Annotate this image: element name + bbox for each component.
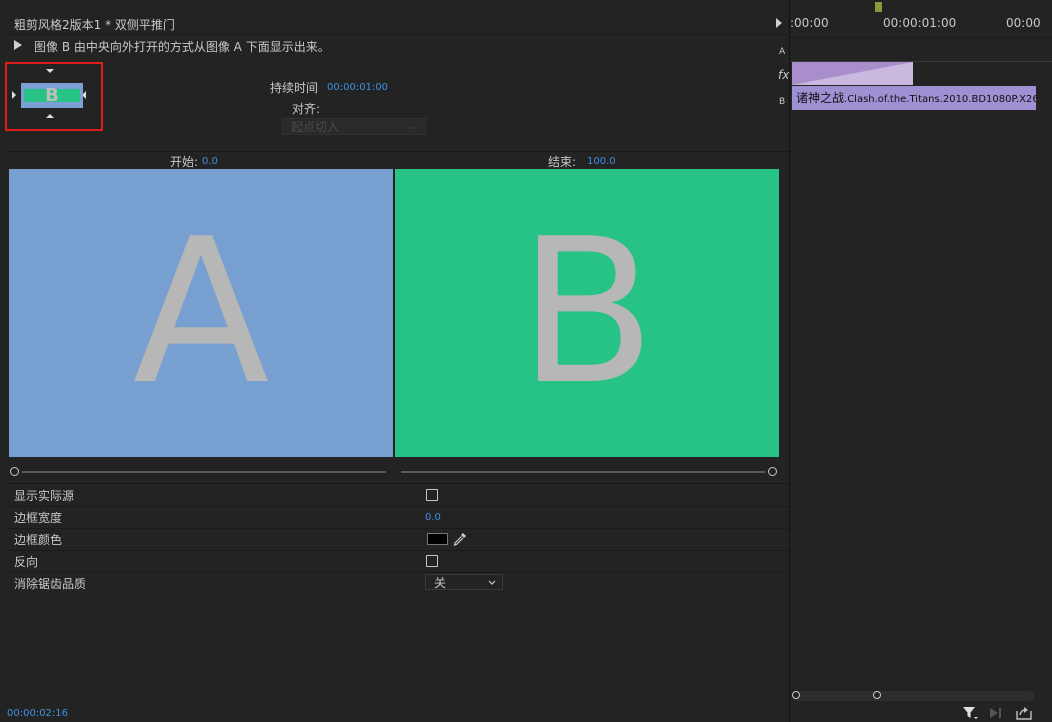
property-label: 消除锯齿品质: [14, 577, 87, 591]
track-b-label: B: [779, 97, 786, 107]
property-label: 反向: [14, 555, 39, 569]
alignment-label: 对齐:: [292, 102, 321, 116]
footer-timecode[interactable]: 00:00:02:16: [7, 708, 68, 719]
zoom-left-handle[interactable]: [792, 691, 800, 699]
property-label: 显示实际源: [14, 489, 75, 503]
transition-description: 图像 B 由中央向外打开的方式从图像 A 下面显示出来。: [34, 40, 330, 54]
panel-menu-icon[interactable]: [776, 18, 782, 28]
duration-value[interactable]: 00:00:01:00: [327, 82, 388, 93]
effect-controls-panel: 粗剪风格2版本1 * 双侧平推门 图像 B 由中央向外打开的方式从图像 A 下面…: [0, 0, 789, 722]
clip-name: 诸神之战.Clash.of.the.Titans.2010.BD1080P.X2…: [796, 89, 1036, 106]
start-value[interactable]: 0.0: [202, 156, 218, 167]
transition-thumbnail[interactable]: B: [5, 62, 103, 131]
clip-name-en: .Clash.of.the.Titans.2010.BD1080P.X264: [844, 94, 1036, 105]
ruler-label: :00:00: [790, 16, 829, 30]
reverse-checkbox[interactable]: [426, 555, 438, 567]
start-slider-track[interactable]: [22, 471, 386, 473]
chevron-down-icon: ⌄: [409, 122, 417, 132]
video-clip[interactable]: 诸神之战.Clash.of.the.Titans.2010.BD1080P.X2…: [792, 86, 1036, 110]
zoom-right-handle[interactable]: [873, 691, 881, 699]
fx-icon: fx: [778, 68, 790, 82]
panel-title: 粗剪风格2版本1 * 双侧平推门: [14, 18, 175, 32]
playhead-marker[interactable]: [875, 2, 882, 12]
transition-clip[interactable]: [792, 62, 913, 85]
anti-aliasing-dropdown[interactable]: 关: [425, 574, 503, 590]
timeline-zoom-scrollbar[interactable]: [792, 691, 1034, 701]
alignment-select[interactable]: 起点切入 ⌄: [282, 118, 426, 135]
chevron-down-icon: [488, 580, 496, 585]
duration-label: 持续时间: [270, 81, 319, 95]
ruler-label: 00:00:01:00: [883, 16, 957, 30]
property-row: 反向: [6, 550, 789, 573]
transition-diagonal: [792, 62, 913, 85]
clip-name-cn: 诸神之战: [796, 91, 845, 105]
step-forward-icon: [990, 708, 1001, 718]
timeline-ruler[interactable]: :00:00 00:00:01:00 00:00: [790, 0, 1052, 38]
end-slider-handle[interactable]: [768, 467, 777, 476]
preview-start-frame: A: [9, 169, 393, 457]
preview-a-letter: A: [132, 196, 270, 429]
start-label: 开始:: [170, 155, 199, 169]
border-width-value[interactable]: 0.0: [425, 512, 441, 523]
thumbnail-letter: B: [45, 85, 59, 106]
start-slider-handle[interactable]: [10, 467, 19, 476]
eyedropper-icon[interactable]: [452, 531, 468, 547]
property-row: 边框颜色: [6, 528, 789, 551]
thumbnail-top-arrow-icon[interactable]: [46, 69, 54, 73]
property-label: 边框颜色: [14, 533, 63, 547]
border-color-swatch[interactable]: [427, 533, 448, 545]
alignment-selected: 起点切入: [291, 120, 340, 134]
preview-end-frame: B: [395, 169, 779, 457]
thumbnail-bottom-arrow-icon[interactable]: [46, 114, 54, 118]
preview-b-letter: B: [518, 196, 656, 429]
end-label: 结束:: [548, 155, 577, 169]
anti-aliasing-value: 关: [434, 576, 447, 590]
property-label: 边框宽度: [14, 511, 63, 525]
section-divider: [6, 151, 789, 152]
play-triangle-icon[interactable]: [14, 40, 22, 50]
end-slider-track[interactable]: [401, 471, 765, 473]
property-row: 边框宽度 0.0: [6, 506, 789, 529]
export-icon[interactable]: [1016, 706, 1032, 720]
property-row: 消除锯齿品质 关: [6, 572, 789, 594]
end-value[interactable]: 100.0: [587, 156, 616, 167]
ruler-label: 00:00: [1006, 16, 1041, 30]
property-row: 显示实际源: [6, 484, 789, 507]
track-a-label: A: [779, 47, 786, 57]
filter-icon[interactable]: [962, 706, 978, 720]
panel-title-bar: 粗剪风格2版本1 * 双侧平推门: [6, 13, 787, 35]
thumbnail-left-arrow-icon[interactable]: [12, 91, 16, 99]
show-actual-sources-checkbox[interactable]: [426, 489, 438, 501]
thumbnail-preview: B: [21, 83, 83, 108]
